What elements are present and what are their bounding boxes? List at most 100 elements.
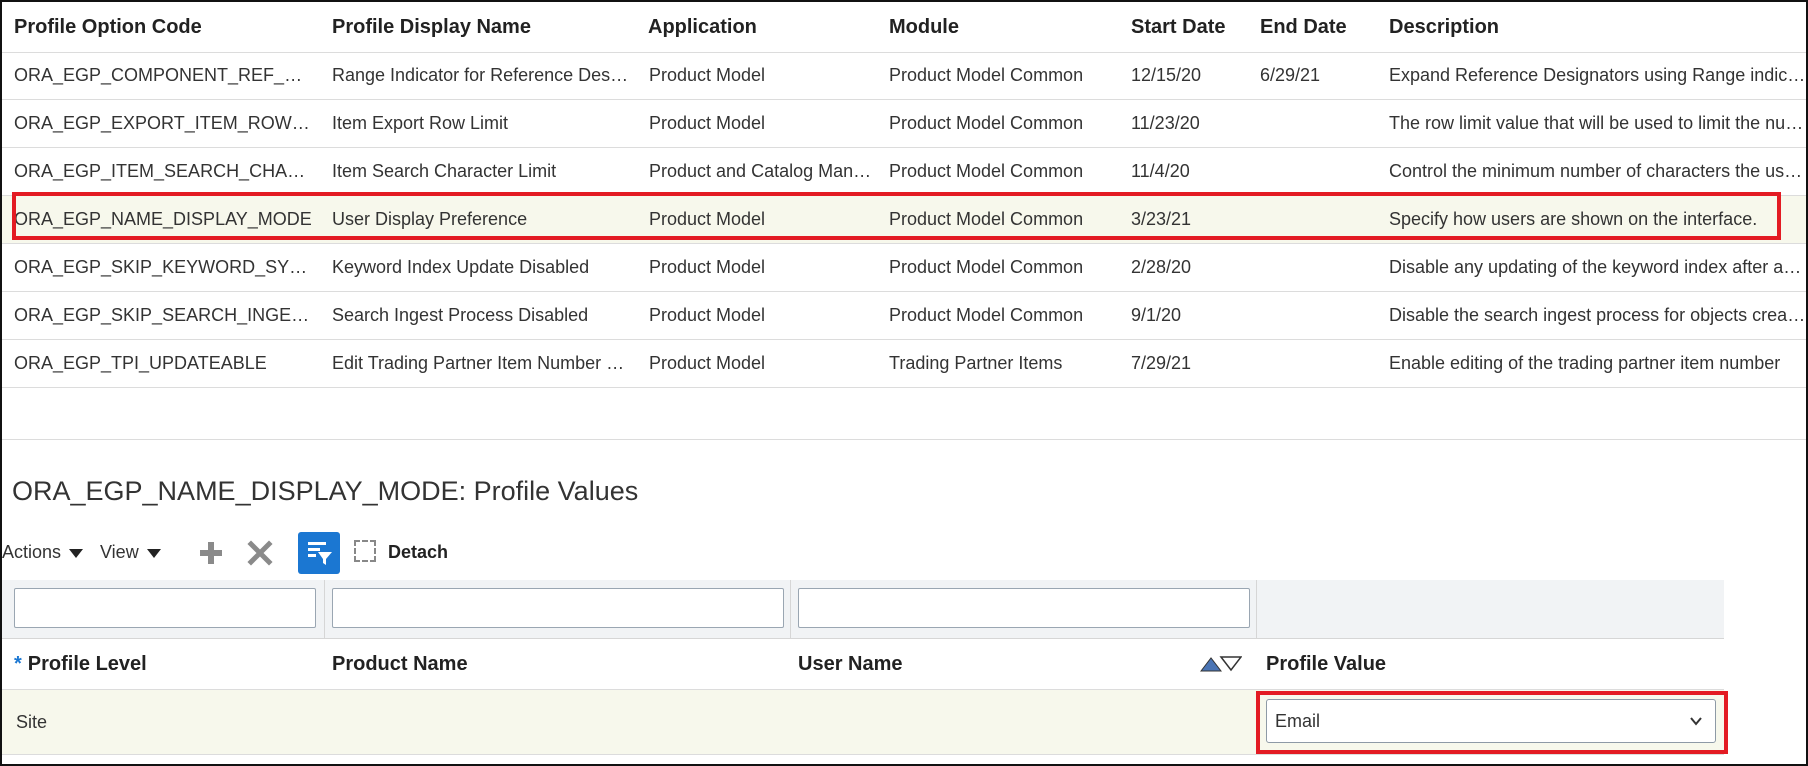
cell-application: Product and Catalog Management [649, 161, 874, 181]
column-header-description[interactable]: Description [1389, 2, 1689, 52]
cell-profile-display-name: Search Ingest Process Disabled [332, 305, 589, 325]
cell-module: Product Model Common [889, 257, 1084, 277]
cell-description: Control the minimum number of characters… [1389, 161, 1806, 181]
profile-value-select[interactable]: Email [1266, 699, 1716, 743]
divider [790, 580, 791, 638]
cell-profile-option-code: ORA_EGP_ITEM_SEARCH_CHARACTER_LIMIT [14, 161, 314, 181]
chevron-down-icon [69, 548, 84, 558]
actions-menu[interactable]: Actions [2, 542, 84, 563]
view-label: View [100, 542, 139, 562]
filter-input-profile-level[interactable] [14, 588, 316, 628]
plus-icon[interactable] [196, 538, 226, 568]
table-row[interactable]: ORA_EGP_ITEM_SEARCH_CHARACTER_LIMIT Item… [2, 148, 1806, 196]
cell-profile-display-name: User Display Preference [332, 209, 528, 229]
cell-end-date [1260, 340, 1375, 387]
column-header-profile-display-name[interactable]: Profile Display Name [332, 2, 632, 52]
column-header-profile-option-code[interactable]: Profile Option Code [14, 2, 274, 52]
cell-application: Product Model [649, 353, 766, 373]
table-row-selected[interactable]: ORA_EGP_NAME_DISPLAY_MODE User Display P… [2, 196, 1806, 244]
cell-description: Enable editing of the trading partner it… [1389, 353, 1781, 373]
column-header-end-date[interactable]: End Date [1260, 2, 1380, 52]
sort-arrows-icon[interactable] [1199, 656, 1243, 672]
cell-profile-option-code: ORA_EGP_TPI_UPDATEABLE [14, 353, 267, 373]
window-frame: Profile Option Code Profile Display Name… [0, 0, 1808, 766]
column-header-profile-value[interactable]: Profile Value [1266, 639, 1386, 689]
cell-description: Disable the search ingest process for ob… [1389, 305, 1806, 325]
cell-profile-option-code: ORA_EGP_SKIP_KEYWORD_SYNC [14, 257, 314, 277]
cell-end-date: 6/29/21 [1260, 65, 1321, 85]
cell-end-date [1260, 292, 1375, 339]
column-header-module[interactable]: Module [889, 2, 1109, 52]
cell-start-date: 11/4/20 [1131, 161, 1190, 181]
table-row[interactable]: ORA_EGP_EXPORT_ITEM_ROW_LIMIT Item Expor… [2, 100, 1806, 148]
required-marker: * [14, 653, 22, 675]
divider [1256, 580, 1257, 638]
cell-application: Product Model [649, 257, 766, 277]
cell-profile-option-code: ORA_EGP_NAME_DISPLAY_MODE [14, 209, 312, 229]
cell-start-date: 12/15/20 [1131, 65, 1202, 85]
actions-label: Actions [2, 542, 62, 562]
cell-profile-display-name: Keyword Index Update Disabled [332, 257, 590, 277]
x-icon[interactable] [245, 538, 275, 568]
chevron-down-icon [146, 548, 161, 558]
table-row[interactable]: ORA_EGP_SKIP_SEARCH_INGEST Search Ingest… [2, 292, 1806, 340]
view-menu[interactable]: View [100, 542, 161, 563]
cell-application: Product Model [649, 305, 766, 325]
cell-profile-option-code: ORA_EGP_EXPORT_ITEM_ROW_LIMIT [14, 113, 314, 133]
table-row[interactable]: ORA_EGP_TPI_UPDATEABLE Edit Trading Part… [2, 340, 1806, 388]
cell-description: Disable any updating of the keyword inde… [1389, 257, 1806, 277]
cell-start-date: 3/23/21 [1131, 209, 1192, 229]
cell-end-date [1260, 148, 1375, 195]
cell-profile-display-name: Range Indicator for Reference Designator… [332, 65, 632, 85]
detach-label: Detach [388, 542, 449, 562]
column-header-product-name[interactable]: Product Name [332, 639, 468, 689]
profile-values-table: * Profile Level Product Name User Name Pr… [2, 580, 1724, 764]
page-title: ORA_EGP_NAME_DISPLAY_MODE: Profile Value… [12, 476, 639, 506]
detach-button[interactable]: Detach [354, 540, 449, 564]
cell-description: The row limit value that will be used to… [1389, 113, 1806, 133]
toolbar: Actions View Detach [2, 530, 802, 576]
profile-value-selected: Email [1275, 711, 1321, 731]
cell-description: Expand Reference Designators using Range… [1389, 65, 1806, 85]
column-header-label: Profile Level [27, 653, 147, 675]
cell-profile-display-name: Edit Trading Partner Item Number Enabled [332, 353, 632, 373]
cell-end-date [1260, 244, 1375, 291]
chevron-down-icon [1689, 714, 1703, 728]
cell-module: Product Model Common [889, 161, 1084, 181]
cell-start-date: 9/1/20 [1131, 305, 1182, 325]
divider [324, 580, 325, 638]
cell-application: Product Model [649, 209, 766, 229]
column-header-application[interactable]: Application [648, 2, 868, 52]
cell-application: Product Model [649, 113, 766, 133]
lower-table-header: * Profile Level Product Name User Name Pr… [2, 639, 1724, 690]
detach-icon [354, 540, 376, 563]
cell-module: Trading Partner Items [889, 353, 1063, 373]
cell-profile-option-code: ORA_EGP_COMPONENT_REF_DESIGNATOR_RANGE [14, 65, 314, 85]
cell-module: Product Model Common [889, 113, 1084, 133]
table-row[interactable]: ORA_EGP_COMPONENT_REF_DESIGNATOR_RANGE R… [2, 52, 1806, 100]
column-header-start-date[interactable]: Start Date [1131, 2, 1251, 52]
cell-module: Product Model Common [889, 305, 1084, 325]
divider [2, 439, 1806, 440]
cell-start-date: 2/28/20 [1131, 257, 1192, 277]
cell-end-date [1260, 196, 1375, 243]
cell-profile-level: Site [16, 712, 48, 732]
cell-profile-display-name: Item Search Character Limit [332, 161, 557, 181]
query-by-example-icon[interactable] [298, 532, 340, 574]
cell-start-date: 11/23/20 [1131, 113, 1200, 133]
cell-application: Product Model [649, 65, 766, 85]
column-header-user-name[interactable]: User Name [798, 639, 903, 689]
filter-input-product-name[interactable] [332, 588, 784, 628]
column-header-profile-level[interactable]: * Profile Level [14, 639, 147, 689]
cell-profile-option-code: ORA_EGP_SKIP_SEARCH_INGEST [14, 305, 314, 325]
cell-module: Product Model Common [889, 65, 1084, 85]
filter-row [2, 580, 1724, 639]
cell-module: Product Model Common [889, 209, 1084, 229]
cell-start-date: 7/29/21 [1131, 353, 1192, 373]
cell-description: Specify how users are shown on the inter… [1389, 209, 1758, 229]
filter-input-user-name[interactable] [798, 588, 1250, 628]
cell-profile-display-name: Item Export Row Limit [332, 113, 509, 133]
top-table-header: Profile Option Code Profile Display Name… [2, 2, 1806, 53]
cell-end-date [1260, 100, 1375, 147]
table-row[interactable]: ORA_EGP_SKIP_KEYWORD_SYNC Keyword Index … [2, 244, 1806, 292]
